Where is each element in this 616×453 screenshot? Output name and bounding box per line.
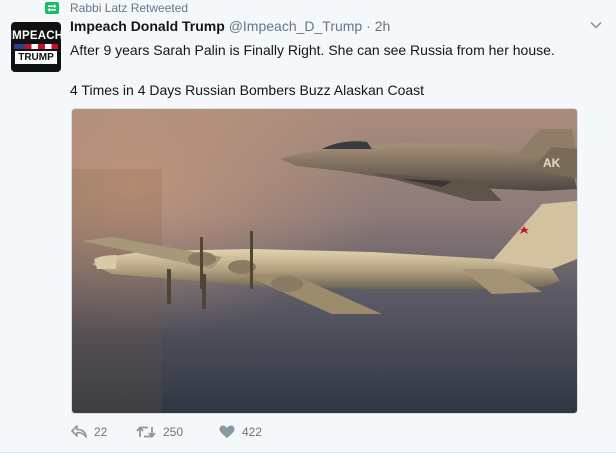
aircraft-photo: AK [72, 109, 577, 413]
heart-icon [219, 425, 235, 438]
fighter-tail-marking: AK [543, 156, 561, 170]
author-name[interactable]: Impeach Donald Trump [70, 18, 225, 34]
header-separator: · [366, 18, 371, 34]
retweet-context-text[interactable]: Rabbi Latz Retweeted [70, 1, 188, 15]
like-count: 422 [242, 425, 263, 439]
tweet-header: Impeach Donald Trump @Impeach_D_Trump · … [70, 18, 390, 34]
retweet-icon [136, 426, 156, 438]
retweet-context-icon [45, 2, 59, 14]
reply-icon [71, 425, 87, 438]
retweet-count: 250 [163, 425, 184, 439]
tweet-actions: 22 250 422 [71, 425, 262, 439]
reply-count: 22 [94, 425, 108, 439]
tweet-text: After 9 years Sarah Palin is Finally Rig… [70, 40, 600, 100]
retweet-context: Rabbi Latz Retweeted [45, 0, 188, 16]
reply-button[interactable]: 22 [71, 425, 136, 439]
like-button[interactable]: 422 [219, 425, 262, 439]
tweet-text-line1: After 9 years Sarah Palin is Finally Rig… [70, 42, 555, 58]
avatar-line1: IMPEACH [11, 30, 61, 42]
avatar-line2: TRUMP [15, 51, 57, 64]
tweet-timestamp[interactable]: 2h [375, 18, 391, 34]
avatar-flag-stripe [14, 44, 58, 49]
tweet-media-image[interactable]: AK [71, 108, 578, 414]
tweet-card[interactable]: Rabbi Latz Retweeted IMPEACH TRUMP Impea… [0, 0, 616, 453]
tweet-text-line2: 4 Times in 4 Days Russian Bombers Buzz A… [70, 82, 425, 98]
retweet-button[interactable]: 250 [136, 425, 219, 439]
author-handle[interactable]: @Impeach_D_Trump [229, 18, 363, 34]
chevron-down-icon[interactable] [589, 18, 603, 32]
avatar[interactable]: IMPEACH TRUMP [11, 22, 61, 72]
